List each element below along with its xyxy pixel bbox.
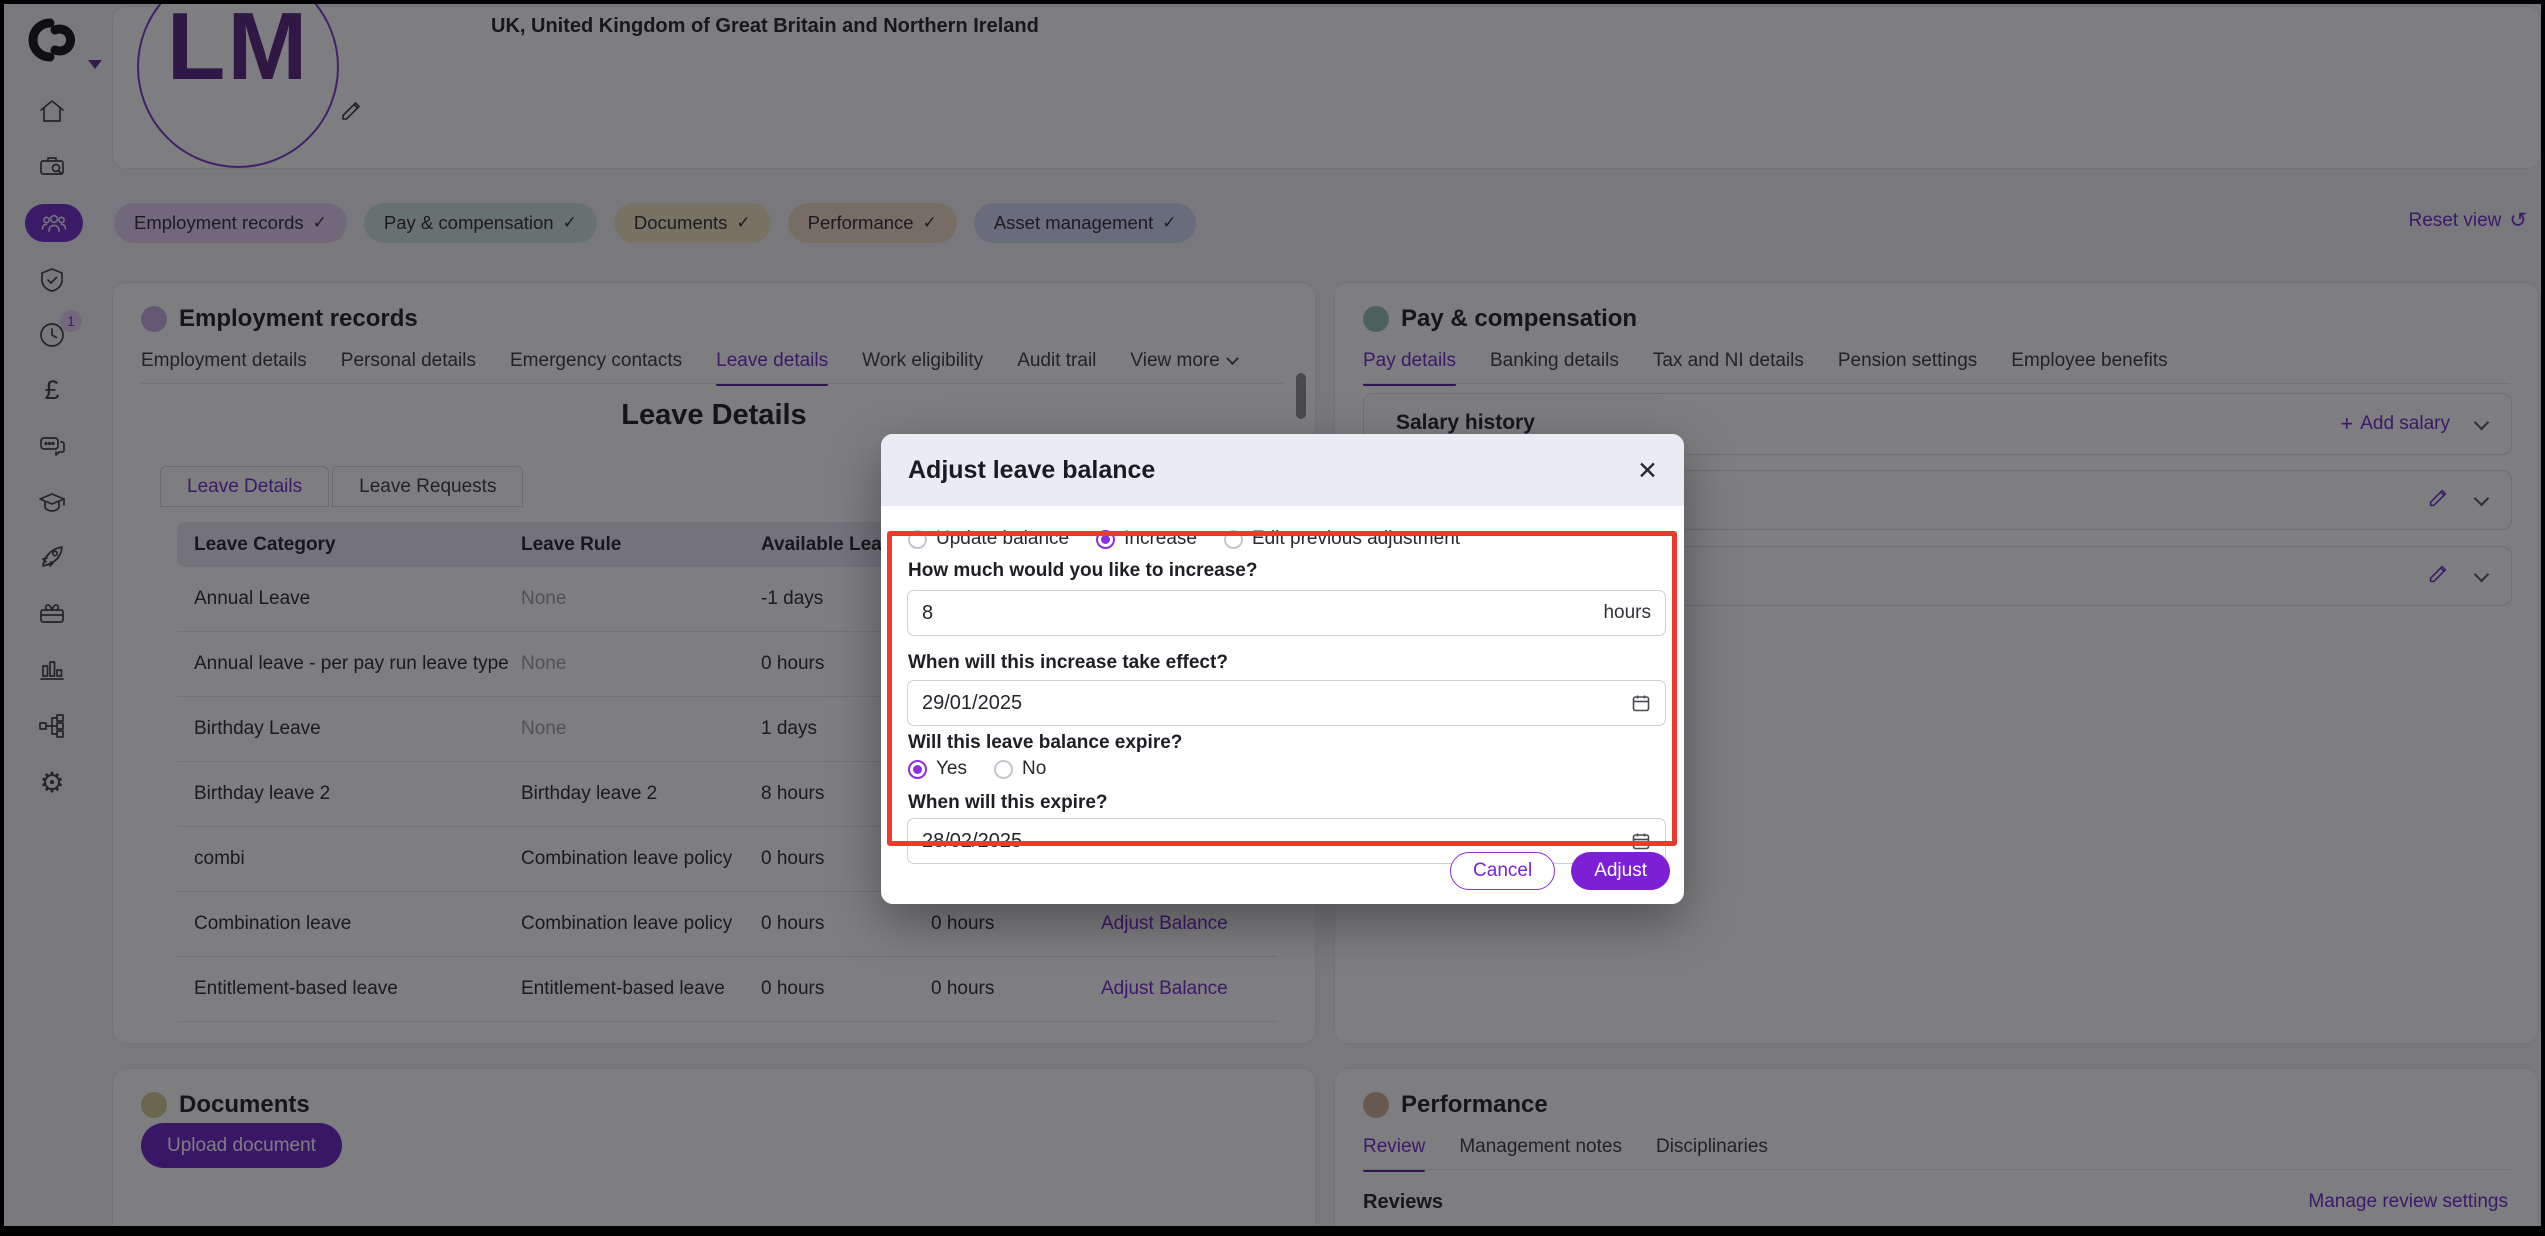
radio-icon[interactable] <box>1224 530 1243 549</box>
calendar-icon[interactable] <box>1631 693 1651 713</box>
cancel-button[interactable]: Cancel <box>1450 852 1555 890</box>
radio-update-balance[interactable]: Update balance <box>908 528 1069 550</box>
calendar-icon[interactable] <box>1631 831 1651 851</box>
hours-suffix: hours <box>1603 602 1651 624</box>
radio-selected-icon[interactable] <box>908 760 927 779</box>
effect-date-input[interactable]: 29/01/2025 <box>907 680 1666 726</box>
radio-yes[interactable]: Yes <box>908 758 967 780</box>
expire-question-label: Will this leave balance expire? <box>908 732 1182 754</box>
adjust-leave-balance-modal: Adjust leave balance ✕ Update balance In… <box>881 434 1684 904</box>
modal-header: Adjust leave balance ✕ <box>881 434 1684 506</box>
radio-increase[interactable]: Increase <box>1096 528 1197 550</box>
amount-input[interactable]: 8 hours <box>907 590 1666 636</box>
modal-title: Adjust leave balance <box>908 456 1155 485</box>
radio-icon[interactable] <box>908 530 927 549</box>
radio-selected-icon[interactable] <box>1096 530 1115 549</box>
radio-icon[interactable] <box>994 760 1013 779</box>
radio-edit-previous-adjustment[interactable]: Edit previous adjustment <box>1224 528 1460 550</box>
app-root: 1 £ ⚙ UK, United Kingdom of Great Britai… <box>0 0 2545 1236</box>
expire-date-label: When will this expire? <box>908 792 1108 814</box>
modal-footer: Cancel Adjust <box>1450 852 1670 890</box>
effect-date-label: When will this increase take effect? <box>908 652 1228 674</box>
adjustment-type-radios: Update balance Increase Edit previous ad… <box>908 528 1460 550</box>
adjust-button[interactable]: Adjust <box>1571 852 1670 890</box>
close-icon[interactable]: ✕ <box>1637 456 1658 486</box>
amount-label: How much would you like to increase? <box>908 560 1257 582</box>
expire-radios: Yes No <box>908 758 1046 780</box>
radio-no[interactable]: No <box>994 758 1046 780</box>
